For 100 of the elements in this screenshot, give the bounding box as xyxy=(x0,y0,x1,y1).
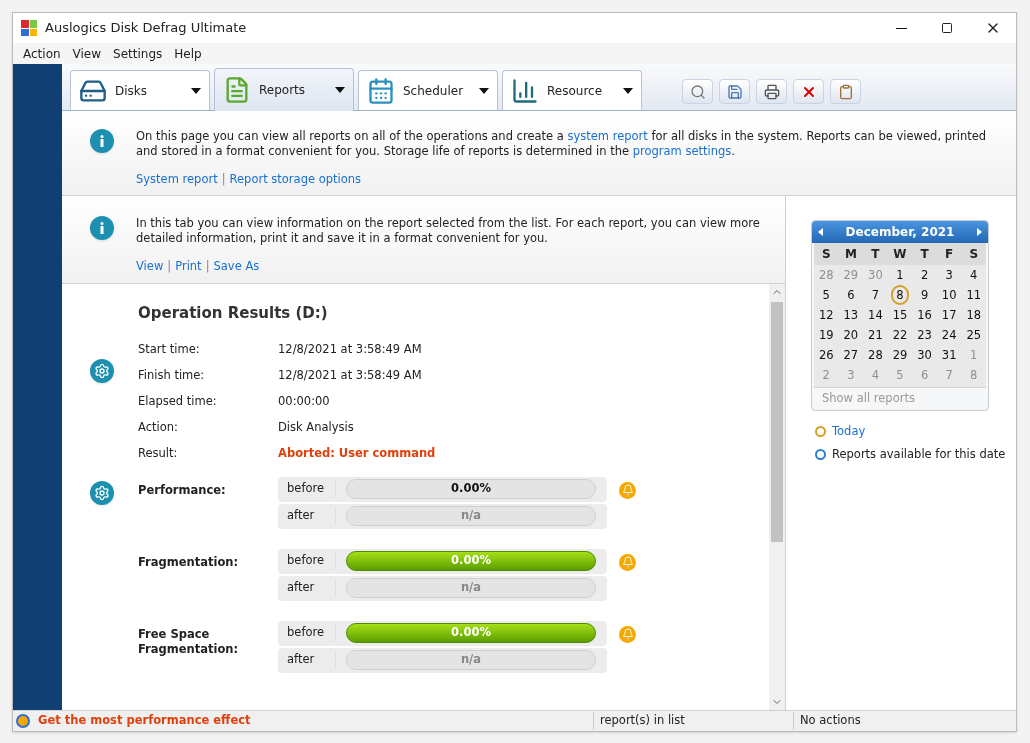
row-label: after xyxy=(278,651,336,669)
print-icon xyxy=(763,83,780,100)
calendar-day[interactable]: 14 xyxy=(868,307,883,323)
actions-status: No actions xyxy=(793,712,861,730)
row-label: before xyxy=(278,552,336,570)
calendar-day[interactable]: 10 xyxy=(941,287,957,303)
next-month-button[interactable] xyxy=(977,228,982,236)
tab[interactable]: Resource xyxy=(502,70,642,110)
calendar-day[interactable]: 29 xyxy=(892,347,908,363)
dropdown-arrow-icon xyxy=(623,87,633,94)
detail-label: Elapsed time: xyxy=(138,392,218,410)
calendar-day[interactable]: 21 xyxy=(868,327,883,343)
calendar-day[interactable]: 23 xyxy=(917,327,932,343)
toolbar-button[interactable] xyxy=(793,79,824,104)
clipboard-icon xyxy=(837,83,854,100)
gear-icon xyxy=(90,480,114,505)
calendar-day[interactable]: 22 xyxy=(892,327,908,343)
bell-icon xyxy=(619,553,636,571)
calendar-day[interactable]: 26 xyxy=(818,347,834,363)
calendar-day[interactable]: 7 xyxy=(871,287,880,303)
report-storage-options-link[interactable]: Report storage options xyxy=(229,171,362,189)
system-report-link[interactable]: system report xyxy=(567,129,648,143)
calendar-day[interactable]: 24 xyxy=(941,327,957,343)
tab[interactable]: Reports xyxy=(214,68,354,111)
calendar-day[interactable]: 4 xyxy=(970,267,978,283)
metric-label: Performance: xyxy=(138,481,227,499)
detail-value: 12/8/2021 at 3:58:49 AM xyxy=(278,340,422,358)
calendar-day[interactable]: 30 xyxy=(917,347,932,363)
detail-label: Finish time: xyxy=(138,366,206,384)
calendar-day[interactable]: 18 xyxy=(966,307,981,323)
calendar-day[interactable]: 9 xyxy=(920,287,929,303)
row-label: after xyxy=(278,579,336,597)
weekday-header: T xyxy=(870,246,881,263)
calendar-day[interactable]: 19 xyxy=(818,327,834,343)
calendar-day[interactable]: 2 xyxy=(920,267,929,283)
link-separator: | xyxy=(221,171,226,188)
calendar-day[interactable]: 20 xyxy=(843,327,859,343)
maximize-icon xyxy=(941,22,953,34)
calendar-day[interactable]: 25 xyxy=(966,327,981,343)
toolbar-button[interactable] xyxy=(756,79,787,104)
metric-label: Free Space Fragmentation: xyxy=(138,625,240,658)
bell-icon xyxy=(619,481,636,499)
app-logo-icon xyxy=(21,20,37,36)
calendar-day[interactable]: 8 xyxy=(891,285,909,305)
report-title: Operation Results (D:) xyxy=(138,303,329,324)
dropdown-arrow-icon xyxy=(479,87,489,94)
calendar-day[interactable]: 6 xyxy=(847,287,855,303)
tab[interactable]: Disks xyxy=(70,70,210,110)
weekday-header: S xyxy=(820,246,832,263)
menu-item[interactable]: Help xyxy=(168,44,208,63)
save-icon xyxy=(726,83,743,100)
weekday-header: T xyxy=(919,246,930,263)
progress-value: 0.00% xyxy=(450,624,492,642)
info-icon xyxy=(90,216,114,240)
calendar-day[interactable]: 28 xyxy=(868,347,883,363)
promo-link[interactable]: Get the most performance effect xyxy=(38,712,593,730)
detail-label: Start time: xyxy=(138,340,201,358)
toolbar-button[interactable] xyxy=(830,79,861,104)
menu-item[interactable]: View xyxy=(66,44,108,63)
link-separator: | xyxy=(205,258,210,275)
today-link[interactable]: Today xyxy=(832,423,866,441)
previous-month-button[interactable] xyxy=(818,228,823,236)
row-label: before xyxy=(278,624,336,642)
calendar-day[interactable]: 31 xyxy=(941,347,957,363)
tab[interactable]: Scheduler xyxy=(358,70,498,110)
progress-value: 0.00% xyxy=(450,552,492,570)
row-label: after xyxy=(278,507,336,525)
calendar-day[interactable]: 13 xyxy=(843,307,859,323)
toolbar-button[interactable] xyxy=(682,79,713,104)
scrollbar-thumb[interactable] xyxy=(771,302,783,542)
minimize-icon xyxy=(895,27,907,29)
action-link[interactable]: Save As xyxy=(213,258,260,276)
calendar-icon xyxy=(367,76,395,105)
detail-value: 12/8/2021 at 3:58:49 AM xyxy=(278,366,422,384)
action-link[interactable]: View xyxy=(136,258,164,276)
row-label: before xyxy=(278,480,336,498)
metric-label: Fragmentation: xyxy=(138,553,240,571)
detail-value: 00:00:00 xyxy=(278,392,330,410)
calendar-month: December, 2021 xyxy=(845,224,955,241)
toolbar-button[interactable] xyxy=(719,79,750,104)
calendar-day[interactable]: 3 xyxy=(945,267,953,283)
search-icon xyxy=(689,83,706,100)
calendar-day[interactable]: 16 xyxy=(917,307,932,323)
calendar-day[interactable]: 15 xyxy=(892,307,908,323)
system-report-link[interactable]: System report xyxy=(136,171,218,189)
tab-description: In this tab you can view information on the report selected from the list. For each report, you can view more detailed information, print it and save it in a format convenient for you. xyxy=(136,216,761,246)
calendar-day[interactable]: 1 xyxy=(896,267,904,283)
action-link[interactable]: Print xyxy=(175,258,202,276)
menu-item[interactable]: Action xyxy=(17,44,67,63)
calendar-day[interactable]: 11 xyxy=(966,287,981,303)
dropdown-arrow-icon xyxy=(191,87,201,94)
calendar-day[interactable]: 17 xyxy=(941,307,957,323)
calendar-day[interactable]: 5 xyxy=(822,287,830,303)
menu-item[interactable]: Settings xyxy=(107,44,169,63)
calendar-day[interactable]: 27 xyxy=(843,347,859,363)
progress-value: n/a xyxy=(459,651,483,669)
detail-value: Disk Analysis xyxy=(278,418,354,436)
calendar-day[interactable]: 12 xyxy=(818,307,834,323)
gear-icon xyxy=(90,358,114,383)
bell-icon xyxy=(619,625,636,643)
